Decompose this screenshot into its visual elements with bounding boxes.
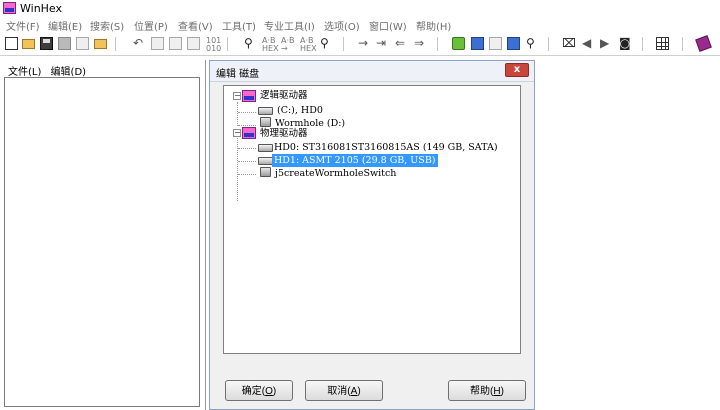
- grid-view-icon[interactable]: [656, 37, 669, 50]
- open-disk-icon[interactable]: [452, 37, 465, 50]
- back-icon[interactable]: ⇐: [395, 36, 405, 50]
- tree-line: [238, 112, 256, 113]
- edit-disk-dialog: 编辑 磁盘 x − 逻辑驱动器 (C:), HD0 Wormhole (D:) …: [209, 60, 535, 410]
- tree-line: [238, 125, 256, 126]
- menu-file[interactable]: 文件(F): [6, 18, 40, 33]
- tree-item-label: HD0: ST316081ST3160815AS (149 GB, SATA): [274, 142, 498, 153]
- find-text-icon[interactable]: ⚲: [244, 36, 253, 50]
- help-book-icon[interactable]: [695, 35, 712, 52]
- tree-item-label: HD1: ASMT 2105 (29.8 GB, USB): [272, 154, 438, 167]
- dialog-title: 编辑 磁盘: [216, 69, 260, 80]
- menu-position[interactable]: 位置(P): [134, 18, 168, 33]
- drive-icon: [258, 107, 273, 115]
- toolbar-separator: [642, 37, 643, 51]
- calculator-icon[interactable]: [507, 37, 520, 50]
- previous-icon[interactable]: ◀: [582, 36, 591, 50]
- menu-specialist-tools[interactable]: 专业工具(I): [264, 18, 315, 33]
- tree-line: [237, 102, 238, 126]
- ram-editor-icon[interactable]: [471, 37, 484, 50]
- winhex-logo-icon: [3, 2, 16, 14]
- forward-icon[interactable]: ⇒: [414, 36, 424, 50]
- save-icon[interactable]: [40, 37, 53, 50]
- dialog-title-bar: 编辑 磁盘 x: [210, 61, 534, 82]
- toolbar-separator: [682, 37, 683, 51]
- next-icon[interactable]: ▶: [600, 36, 609, 50]
- drive-icon: [258, 144, 273, 152]
- properties-icon[interactable]: [76, 37, 89, 50]
- ok-button[interactable]: 确定(O): [225, 380, 293, 401]
- find-again-icon[interactable]: ⚲: [320, 36, 329, 50]
- disk-tree: − 逻辑驱动器 (C:), HD0 Wormhole (D:) − 物理驱动器 …: [223, 85, 521, 354]
- tree-item-label: 逻辑驱动器: [260, 90, 308, 101]
- goto-sector-icon[interactable]: ⇥: [376, 36, 386, 50]
- tree-item-label: 物理驱动器: [260, 128, 308, 139]
- file-list-area[interactable]: [4, 77, 200, 407]
- title-bar: WinHex: [0, 0, 720, 18]
- tree-line: [238, 148, 256, 149]
- usb-drive-icon: [260, 167, 271, 177]
- toolbar-separator: [227, 37, 228, 51]
- print-icon[interactable]: [58, 37, 71, 50]
- cut-icon[interactable]: [151, 37, 164, 50]
- paste-icon[interactable]: [187, 37, 200, 50]
- menu-help[interactable]: 帮助(H): [416, 18, 451, 33]
- menu-window[interactable]: 窗口(W): [369, 18, 407, 33]
- hex-icon: [242, 90, 256, 102]
- toolbar-separator: [343, 37, 344, 51]
- toolbar: ↶ 101 010 ⚲ A·B HEX A·B → A·B HEX ⚲ → ⇥ ⇐ ⇒ …: [0, 33, 720, 56]
- tree-line: [238, 174, 256, 175]
- close-icon[interactable]: x: [505, 63, 529, 77]
- cancel-button[interactable]: 取消(A): [305, 380, 383, 401]
- analyze-icon[interactable]: ⚲: [526, 36, 535, 50]
- replace-text-icon[interactable]: A·B →: [281, 37, 295, 53]
- menu-edit[interactable]: 编辑(E): [48, 18, 82, 33]
- camera-icon[interactable]: ◙: [619, 36, 631, 50]
- menu-options[interactable]: 选项(O): [324, 18, 360, 33]
- tree-item-label: j5createWormholeSwitch: [275, 168, 397, 179]
- window-title: WinHex: [20, 2, 63, 15]
- binary-edit-icon[interactable]: 101 010: [206, 37, 221, 53]
- undo-icon[interactable]: ↶: [133, 36, 143, 50]
- open-folder-star-icon[interactable]: [94, 39, 107, 49]
- open-folder-icon[interactable]: [22, 39, 35, 49]
- replace-hex-icon[interactable]: A·B HEX: [300, 37, 317, 53]
- left-panel-tabs: 文件(L) 编辑(D): [8, 63, 92, 78]
- menu-view[interactable]: 查看(V): [178, 18, 213, 33]
- hex-icon: [242, 127, 256, 139]
- copy-icon[interactable]: [169, 37, 182, 50]
- left-panel: 文件(L) 编辑(D): [0, 60, 206, 410]
- toolbar-separator: [115, 37, 116, 51]
- collapse-icon[interactable]: −: [233, 92, 241, 100]
- cross-tools-icon[interactable]: ⌧: [562, 36, 576, 50]
- toolbar-separator: [437, 37, 438, 51]
- help-button[interactable]: 帮助(H): [448, 380, 526, 401]
- disk-tools-icon[interactable]: [489, 37, 502, 50]
- tree-line: [238, 161, 256, 162]
- menu-search[interactable]: 搜索(S): [90, 18, 124, 33]
- drive-icon: [258, 157, 273, 165]
- usb-drive-icon: [260, 117, 271, 127]
- collapse-icon[interactable]: −: [233, 129, 241, 137]
- goto-offset-icon[interactable]: →: [358, 36, 368, 50]
- find-hex-icon[interactable]: A·B HEX: [262, 37, 279, 53]
- menu-tools[interactable]: 工具(T): [222, 18, 256, 33]
- tree-item-label: (C:), HD0: [277, 105, 323, 116]
- new-file-icon[interactable]: [5, 37, 18, 50]
- menu-bar: 文件(F) 编辑(E) 搜索(S) 位置(P) 查看(V) 工具(T) 专业工具…: [0, 17, 720, 33]
- toolbar-separator: [548, 37, 549, 51]
